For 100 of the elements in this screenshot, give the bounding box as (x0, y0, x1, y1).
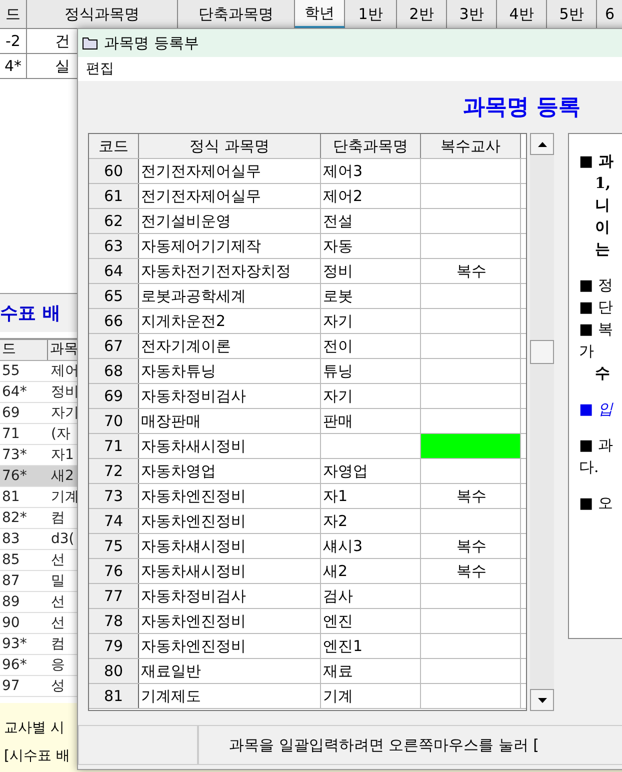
table-cell[interactable]: 복수 (421, 534, 521, 558)
table-cell[interactable]: 로봇 (321, 284, 421, 308)
help-text: ■ 오 (579, 494, 614, 514)
help-text: 1, (594, 174, 612, 194)
row-header: 63 (89, 234, 139, 258)
table-cell[interactable]: 로봇과공학세계 (139, 284, 321, 308)
table-cell[interactable]: 자동차튜닝 (139, 359, 321, 383)
row-header: 73 (89, 484, 139, 508)
help-text: 수 (594, 364, 611, 384)
down-arrow-icon (538, 698, 546, 702)
row-header: 65 (89, 284, 139, 308)
heading: 과목명 등록 (462, 94, 582, 122)
row-header: 74 (89, 509, 139, 533)
table-cell[interactable]: 복수 (421, 559, 521, 583)
help-text: ■ 정 (579, 276, 614, 296)
help-text: ■ 과 (579, 152, 614, 172)
table-cell[interactable]: 판매 (321, 409, 421, 433)
row-header: 61 (89, 184, 139, 208)
row-header: 67 (89, 334, 139, 358)
column-header[interactable]: 학년 (295, 0, 345, 28)
scroll-down-button[interactable] (530, 689, 554, 711)
row-header: 70 (89, 409, 139, 433)
column-header: 단축과목명 (321, 134, 421, 158)
row-header: 81 (89, 684, 139, 708)
row-header: 60 (89, 159, 139, 183)
table-cell[interactable]: 자동차새시정비 (139, 559, 321, 583)
column-header: 코드 (89, 134, 139, 158)
table-cell[interactable]: 자동차엔진정비 (139, 634, 321, 658)
help-text: 다. (579, 458, 600, 478)
row-header: 72 (89, 459, 139, 483)
row-header: 78 (89, 609, 139, 633)
table-cell[interactable]: 자동차정비검사 (139, 384, 321, 408)
note-text: 교사별 시 (4, 719, 66, 737)
note-text: [시수표 배 (4, 747, 71, 765)
row-header: 71 (89, 434, 139, 458)
table-cell[interactable]: 자동차전기전자장치정 (139, 259, 321, 283)
table-cell[interactable]: 제어3 (321, 159, 421, 183)
table-cell[interactable]: 재료일반 (139, 659, 321, 683)
row-header: 76 (89, 559, 139, 583)
table-cell[interactable]: 정비 (321, 259, 421, 283)
table-cell[interactable]: 재료 (321, 659, 421, 683)
row-header: 77 (89, 584, 139, 608)
help-text: ■ 입 (579, 400, 614, 420)
highlighted-cell[interactable] (421, 434, 521, 458)
table-cell[interactable]: 자동차엔진정비 (139, 609, 321, 633)
table-cell[interactable]: 지게차운전2 (139, 309, 321, 333)
row-header: 68 (89, 359, 139, 383)
table-cell[interactable]: 자동차엔진정비 (139, 509, 321, 533)
table-cell[interactable]: 기계제도 (139, 684, 321, 708)
table-cell[interactable]: 자동차새시정비 (139, 434, 321, 458)
table-cell[interactable]: 엔진1 (321, 634, 421, 658)
column-header: 복수교사 (421, 134, 521, 158)
scroll-thumb[interactable] (530, 340, 554, 364)
row-header: 69 (89, 384, 139, 408)
table-cell[interactable]: 전기전자제어실무 (139, 184, 321, 208)
table-cell[interactable]: 섀시3 (321, 534, 421, 558)
table-cell[interactable]: 자동차영업 (139, 459, 321, 483)
help-text: 니 (594, 196, 611, 216)
table-cell[interactable]: 자2 (321, 509, 421, 533)
row-header: 79 (89, 634, 139, 658)
table-cell[interactable]: 복수 (421, 259, 521, 283)
scrollbar[interactable] (530, 133, 554, 711)
row-header: 75 (89, 534, 139, 558)
table-cell[interactable]: 전설 (321, 209, 421, 233)
status-text: 과목을 일괄입력하려면 오른쪽마우스를 눌러 [ (198, 725, 622, 765)
help-text: 이 (594, 218, 611, 238)
table-cell[interactable]: 자기 (321, 384, 421, 408)
table-cell[interactable]: 자기 (321, 309, 421, 333)
table-cell[interactable]: 전자기계이론 (139, 334, 321, 358)
help-text: ■ 과 (579, 436, 614, 456)
row-header: 64 (89, 259, 139, 283)
table-cell[interactable]: 기계 (321, 684, 421, 708)
help-text: ■ 단 (579, 298, 614, 318)
folder-icon (82, 36, 98, 50)
table-cell[interactable]: 엔진 (321, 609, 421, 633)
table-cell[interactable]: 자동 (321, 234, 421, 258)
table-cell[interactable]: 검사 (321, 584, 421, 608)
row-header: 66 (89, 309, 139, 333)
table-cell[interactable]: 전기설비운영 (139, 209, 321, 233)
table-cell[interactable]: 매장판매 (139, 409, 321, 433)
table-cell[interactable]: 튜닝 (321, 359, 421, 383)
column-header: 드 (0, 340, 48, 360)
table-cell[interactable]: 복수 (421, 484, 521, 508)
table-cell[interactable]: 자1 (321, 484, 421, 508)
help-text: 는 (594, 240, 611, 260)
table-cell[interactable]: 새2 (321, 559, 421, 583)
scroll-up-button[interactable] (530, 133, 554, 155)
table-cell[interactable]: 자동차엔진정비 (139, 484, 321, 508)
table-cell[interactable]: 자동차섀시정비 (139, 534, 321, 558)
table-cell: -2 (0, 29, 27, 53)
table-cell: 4* (0, 54, 27, 78)
table-cell[interactable]: 전이 (321, 334, 421, 358)
menu-item[interactable]: 편집 (86, 60, 114, 78)
help-text: 가 (579, 342, 595, 362)
table-cell[interactable]: 자영업 (321, 459, 421, 483)
table-cell[interactable]: 전기전자제어실무 (139, 159, 321, 183)
table-cell[interactable]: 자동차정비검사 (139, 584, 321, 608)
row-header: 62 (89, 209, 139, 233)
table-cell[interactable]: 자동제어기기제작 (139, 234, 321, 258)
table-cell[interactable]: 제어2 (321, 184, 421, 208)
